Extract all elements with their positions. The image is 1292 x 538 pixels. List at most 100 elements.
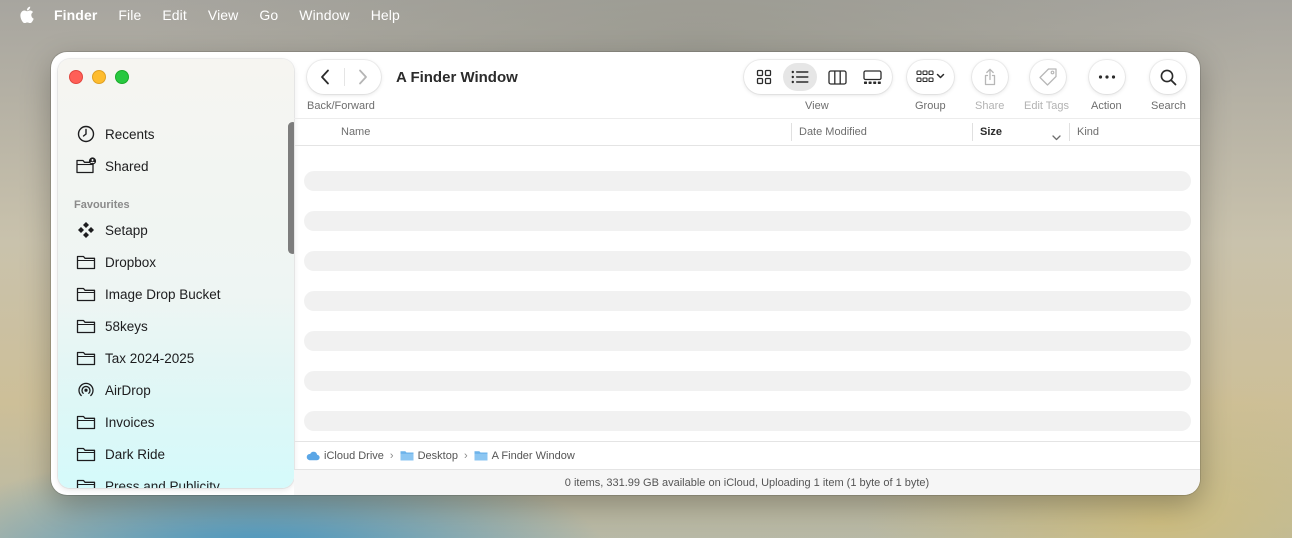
sidebar-item-label: Image Drop Bucket bbox=[105, 286, 221, 302]
placeholder-row bbox=[304, 211, 1191, 231]
zoom-button[interactable] bbox=[115, 70, 129, 84]
folder-icon bbox=[75, 316, 97, 336]
column-divider bbox=[1069, 123, 1070, 141]
window-title: A Finder Window bbox=[396, 69, 518, 86]
back-forward-label: Back/Forward bbox=[307, 100, 375, 112]
menu-finder[interactable]: Finder bbox=[54, 7, 97, 23]
list-view-button[interactable] bbox=[783, 63, 817, 91]
columns-icon bbox=[827, 69, 847, 85]
sidebar-item-label: Tax 2024-2025 bbox=[105, 350, 195, 366]
group-label: Group bbox=[915, 100, 946, 112]
sidebar-item-label: Shared bbox=[105, 158, 149, 174]
grid-icon bbox=[756, 69, 772, 85]
icloud-icon bbox=[306, 451, 320, 461]
breadcrumb-separator-icon: › bbox=[389, 449, 394, 462]
breadcrumb-label: A Finder Window bbox=[491, 449, 575, 462]
chevron-right-icon bbox=[358, 69, 367, 85]
group-button[interactable] bbox=[907, 60, 954, 94]
sidebar-item-label: Setapp bbox=[105, 222, 148, 238]
breadcrumb-a-finder-window[interactable]: A Finder Window bbox=[474, 450, 575, 462]
placeholder-row bbox=[304, 411, 1191, 431]
sidebar-item-dropbox[interactable]: Dropbox bbox=[75, 250, 156, 274]
menu-help[interactable]: Help bbox=[371, 7, 400, 23]
breadcrumb-icloud-drive[interactable]: iCloud Drive bbox=[306, 450, 384, 462]
view-switcher bbox=[744, 60, 892, 94]
sidebar-item-tax[interactable]: Tax 2024-2025 bbox=[75, 346, 194, 370]
menu-go[interactable]: Go bbox=[259, 7, 278, 23]
search-button[interactable] bbox=[1150, 60, 1186, 94]
sidebar-section-favourites: Favourites bbox=[74, 199, 130, 211]
column-kind[interactable]: Kind bbox=[1077, 126, 1099, 138]
breadcrumb-separator-icon: › bbox=[463, 449, 468, 462]
menu-view[interactable]: View bbox=[208, 7, 239, 23]
chevron-left-icon bbox=[321, 69, 330, 85]
path-bar: iCloud Drive › Desktop › A Finder Window bbox=[294, 441, 1200, 469]
menu-window[interactable]: Window bbox=[299, 7, 349, 23]
sidebar-item-58keys[interactable]: 58keys bbox=[75, 314, 148, 338]
folder-icon bbox=[75, 252, 97, 272]
sidebar-item-shared[interactable]: Shared bbox=[75, 154, 149, 178]
placeholder-row bbox=[304, 291, 1191, 311]
finder-window: Recents Shared Favourites Setapp Dropbox… bbox=[51, 52, 1200, 495]
edit-tags-label: Edit Tags bbox=[1024, 100, 1070, 112]
sidebar-item-airdrop[interactable]: AirDrop bbox=[75, 378, 151, 402]
back-forward-control bbox=[307, 60, 381, 94]
view-label: View bbox=[805, 100, 829, 112]
folder-icon bbox=[75, 348, 97, 368]
sidebar-item-label: 58keys bbox=[105, 318, 148, 334]
column-name[interactable]: Name bbox=[341, 126, 370, 138]
menu-bar: Finder File Edit View Go Window Help bbox=[0, 0, 1292, 29]
menu-file[interactable]: File bbox=[118, 7, 141, 23]
forward-button[interactable] bbox=[344, 60, 381, 94]
group-icon bbox=[915, 70, 944, 83]
placeholder-row bbox=[304, 171, 1191, 191]
apple-menu-icon[interactable] bbox=[19, 6, 35, 24]
sidebar-item-press-and-publicity[interactable]: Press and Publicity bbox=[75, 474, 220, 488]
column-view-button[interactable] bbox=[820, 63, 854, 91]
placeholder-row bbox=[304, 371, 1191, 391]
placeholder-row bbox=[304, 331, 1191, 351]
tag-icon bbox=[1039, 68, 1057, 86]
column-divider bbox=[791, 123, 792, 141]
icon-view-button[interactable] bbox=[747, 63, 781, 91]
breadcrumb-label: Desktop bbox=[417, 449, 458, 462]
share-button[interactable] bbox=[972, 60, 1008, 94]
edit-tags-button[interactable] bbox=[1030, 60, 1066, 94]
sidebar-item-label: Dropbox bbox=[105, 254, 157, 270]
sidebar-item-label: Press and Publicity bbox=[105, 478, 220, 489]
sidebar-item-recents[interactable]: Recents bbox=[75, 122, 155, 146]
sidebar-item-label: Invoices bbox=[105, 414, 155, 430]
search-icon bbox=[1160, 69, 1176, 85]
minimize-button[interactable] bbox=[92, 70, 106, 84]
chevron-down-icon[interactable] bbox=[1052, 128, 1061, 146]
status-text: 0 items, 331.99 GB available on iCloud, … bbox=[564, 476, 930, 489]
folder-blue-icon bbox=[400, 450, 414, 461]
ellipsis-icon bbox=[1098, 75, 1116, 79]
sidebar-item-label: Recents bbox=[105, 126, 155, 142]
list-icon bbox=[791, 70, 809, 84]
sidebar-item-label: AirDrop bbox=[105, 382, 151, 398]
sidebar-item-setapp[interactable]: Setapp bbox=[75, 218, 148, 242]
sidebar-item-dark-ride[interactable]: Dark Ride bbox=[75, 442, 165, 466]
folder-icon bbox=[75, 444, 97, 464]
column-size[interactable]: Size bbox=[980, 126, 1002, 138]
sidebar-item-image-drop-bucket[interactable]: Image Drop Bucket bbox=[75, 282, 221, 306]
gallery-view-button[interactable] bbox=[855, 63, 889, 91]
menu-edit[interactable]: Edit bbox=[162, 7, 187, 23]
close-button[interactable] bbox=[69, 70, 83, 84]
shared-folder-icon bbox=[75, 156, 97, 176]
folder-blue-icon bbox=[474, 450, 488, 461]
sidebar-item-invoices[interactable]: Invoices bbox=[75, 410, 155, 434]
folder-icon bbox=[75, 284, 97, 304]
action-button[interactable] bbox=[1089, 60, 1125, 94]
breadcrumb-desktop[interactable]: Desktop bbox=[400, 450, 458, 462]
folder-icon bbox=[75, 476, 97, 488]
status-bar: 0 items, 331.99 GB available on iCloud, … bbox=[294, 469, 1200, 495]
column-date-modified[interactable]: Date Modified bbox=[799, 126, 867, 138]
back-button[interactable] bbox=[307, 60, 344, 94]
search-label: Search bbox=[1151, 100, 1186, 112]
gallery-icon bbox=[862, 69, 882, 84]
column-header: Name Date Modified Size Kind bbox=[294, 118, 1200, 146]
window-controls bbox=[69, 70, 129, 84]
breadcrumb-label: iCloud Drive bbox=[324, 449, 384, 462]
